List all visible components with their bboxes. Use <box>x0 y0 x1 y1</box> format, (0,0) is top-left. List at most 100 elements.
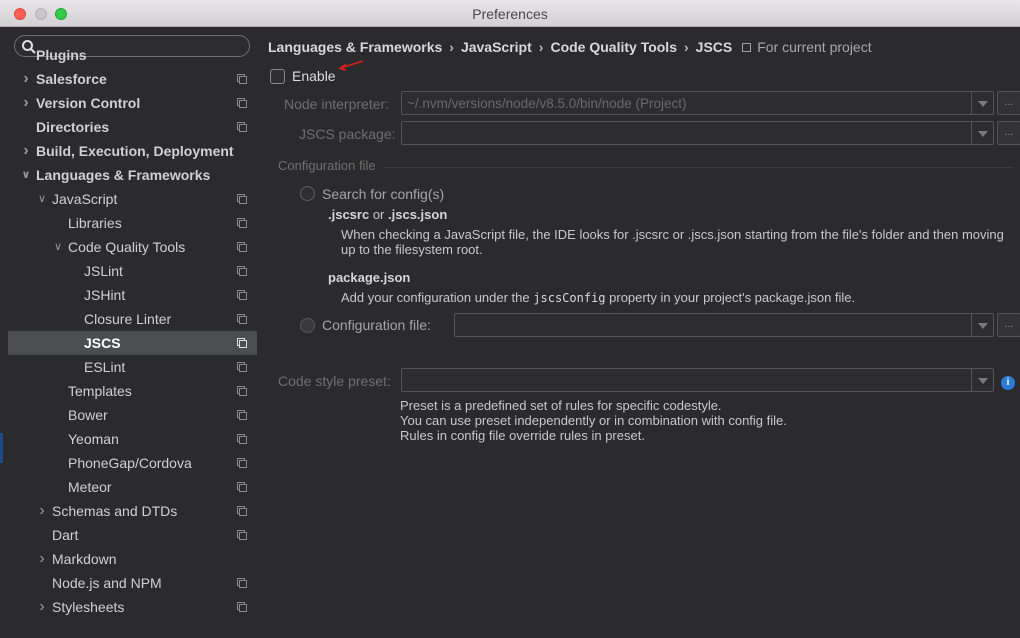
chevron-down-icon[interactable]: ∨ <box>52 235 64 259</box>
config-file-select[interactable] <box>454 313 994 337</box>
sidebar-item-dart[interactable]: Dart <box>8 523 257 547</box>
chevron-right-icon[interactable]: › <box>20 67 32 91</box>
project-settings-icon <box>237 530 247 540</box>
sidebar-item-label: Markdown <box>52 551 117 567</box>
sidebar-item-label: Meteor <box>68 479 112 495</box>
jscsrc-heading: .jscsrc or .jscs.json <box>328 207 447 222</box>
node-interpreter-label: Node interpreter: <box>284 96 390 112</box>
sidebar-item-phonegap-cordova[interactable]: PhoneGap/Cordova <box>8 451 257 475</box>
sidebar-item-label: Schemas and DTDs <box>52 503 178 519</box>
sidebar-item-label: Build, Execution, Deployment <box>36 143 234 159</box>
sidebar-item-label: Salesforce <box>36 71 107 87</box>
sidebar-item-label: Dart <box>52 527 79 543</box>
sidebar-item-label: Directories <box>36 119 110 135</box>
project-settings-icon <box>237 434 247 444</box>
browse-package-button[interactable]: ... <box>997 121 1020 145</box>
sidebar-item-eslint[interactable]: ESLint <box>8 355 257 379</box>
sidebar-item-label: Version Control <box>36 95 141 111</box>
sidebar-item-salesforce[interactable]: › Salesforce <box>8 67 257 91</box>
project-settings-icon <box>237 194 247 204</box>
breadcrumb-item[interactable]: Languages & Frameworks <box>268 39 442 55</box>
sidebar-item-bower[interactable]: Bower <box>8 403 257 427</box>
search-config-radio[interactable] <box>300 186 315 201</box>
chevron-down-icon[interactable] <box>971 92 993 114</box>
sidebar-item-javascript[interactable]: ∨ JavaScript <box>8 187 257 211</box>
settings-sidebar: Plugins › Salesforce › Version Control Direct… <box>0 27 258 638</box>
preset-description-line: Rules in config file override rules in p… <box>400 428 645 443</box>
sidebar-item-plugins[interactable]: Plugins <box>8 43 257 67</box>
sidebar-item-jscs[interactable]: JSCS <box>8 331 257 355</box>
jscs-package-select[interactable] <box>401 121 994 145</box>
sidebar-item-node-js-and-npm[interactable]: Node.js and NPM <box>8 571 257 595</box>
project-settings-icon <box>237 602 247 612</box>
sidebar-item-label: JSCS <box>84 335 121 351</box>
sidebar-item-templates[interactable]: Templates <box>8 379 257 403</box>
sidebar-item-build-execution-deployment[interactable]: › Build, Execution, Deployment <box>8 139 257 163</box>
sidebar-item-label: Bower <box>68 407 108 423</box>
search-config-label[interactable]: Search for config(s) <box>322 186 444 202</box>
browse-node-button[interactable]: ... <box>997 91 1020 115</box>
chevron-down-icon[interactable] <box>971 369 993 391</box>
preset-description-line: You can use preset independently or in c… <box>400 413 787 428</box>
browse-config-button[interactable]: ... <box>997 313 1020 337</box>
or-text: or <box>372 207 385 222</box>
project-settings-icon <box>237 242 247 252</box>
sidebar-item-directories[interactable]: Directories <box>8 115 257 139</box>
chevron-right-icon[interactable]: › <box>36 499 48 523</box>
code-style-preset-select[interactable] <box>401 368 994 392</box>
project-settings-icon <box>237 74 247 84</box>
breadcrumb-separator: › <box>683 39 689 55</box>
sidebar-item-jshint[interactable]: JSHint <box>8 283 257 307</box>
sidebar-item-meteor[interactable]: Meteor <box>8 475 257 499</box>
enable-checkbox[interactable] <box>270 69 285 84</box>
project-settings-icon <box>237 362 247 372</box>
node-interpreter-value: ~/.nvm/versions/node/v8.5.0/bin/node (Pr… <box>407 96 687 111</box>
sidebar-item-stylesheets[interactable]: › Stylesheets <box>8 595 257 619</box>
chevron-down-icon[interactable]: ∨ <box>36 187 48 211</box>
config-file-label[interactable]: Configuration file: <box>322 317 431 333</box>
chevron-right-icon[interactable]: › <box>20 91 32 115</box>
sidebar-item-code-quality-tools[interactable]: ∨ Code Quality Tools <box>8 235 257 259</box>
sidebar-item-languages-frameworks[interactable]: ∨ Languages & Frameworks <box>8 163 257 187</box>
breadcrumb-separator: › <box>538 39 544 55</box>
project-settings-icon <box>237 410 247 420</box>
node-interpreter-select[interactable]: ~/.nvm/versions/node/v8.5.0/bin/node (Pr… <box>401 91 994 115</box>
project-settings-icon <box>237 338 247 348</box>
sidebar-item-label: JSLint <box>84 263 123 279</box>
title-bar: Preferences <box>0 0 1020 27</box>
config-section-title: Configuration file <box>278 158 376 173</box>
section-divider <box>383 167 1013 168</box>
project-settings-icon <box>237 218 247 228</box>
info-icon[interactable]: i <box>1001 376 1015 390</box>
breadcrumb-item[interactable]: Code Quality Tools <box>550 39 677 55</box>
sidebar-item-version-control[interactable]: › Version Control <box>8 91 257 115</box>
chevron-right-icon[interactable]: › <box>20 139 32 163</box>
project-scope-label: For current project <box>757 39 872 55</box>
sidebar-item-jslint[interactable]: JSLint <box>8 259 257 283</box>
sidebar-item-closure-linter[interactable]: Closure Linter <box>8 307 257 331</box>
chevron-right-icon[interactable]: › <box>36 595 48 619</box>
jscs-package-label: JSCS package: <box>299 126 396 142</box>
project-scope-icon <box>742 43 752 52</box>
sidebar-item-libraries[interactable]: Libraries <box>8 211 257 235</box>
chevron-down-icon[interactable] <box>971 122 993 144</box>
chevron-down-icon[interactable]: ∨ <box>20 163 32 187</box>
sidebar-item-markdown[interactable]: › Markdown <box>8 547 257 571</box>
config-file-radio[interactable] <box>300 318 315 333</box>
jscs-config-key: jscsConfig <box>533 291 606 305</box>
sidebar-item-label: Plugins <box>36 47 87 63</box>
code-style-preset-label: Code style preset: <box>278 373 391 389</box>
annotation-arrow-icon <box>338 60 364 71</box>
sidebar-item-schemas-and-dtds[interactable]: › Schemas and DTDs <box>8 499 257 523</box>
project-settings-icon <box>237 290 247 300</box>
sidebar-item-label: Templates <box>68 383 132 399</box>
chevron-down-icon[interactable] <box>971 314 993 336</box>
chevron-right-icon[interactable]: › <box>36 547 48 571</box>
sidebar-item-yeoman[interactable]: Yeoman <box>8 427 257 451</box>
breadcrumb-item[interactable]: JavaScript <box>461 39 532 55</box>
project-settings-icon <box>237 578 247 588</box>
project-settings-icon <box>237 482 247 492</box>
sidebar-item-label: Closure Linter <box>84 311 172 327</box>
breadcrumb-separator: › <box>449 39 454 55</box>
enable-label[interactable]: Enable <box>292 68 336 84</box>
